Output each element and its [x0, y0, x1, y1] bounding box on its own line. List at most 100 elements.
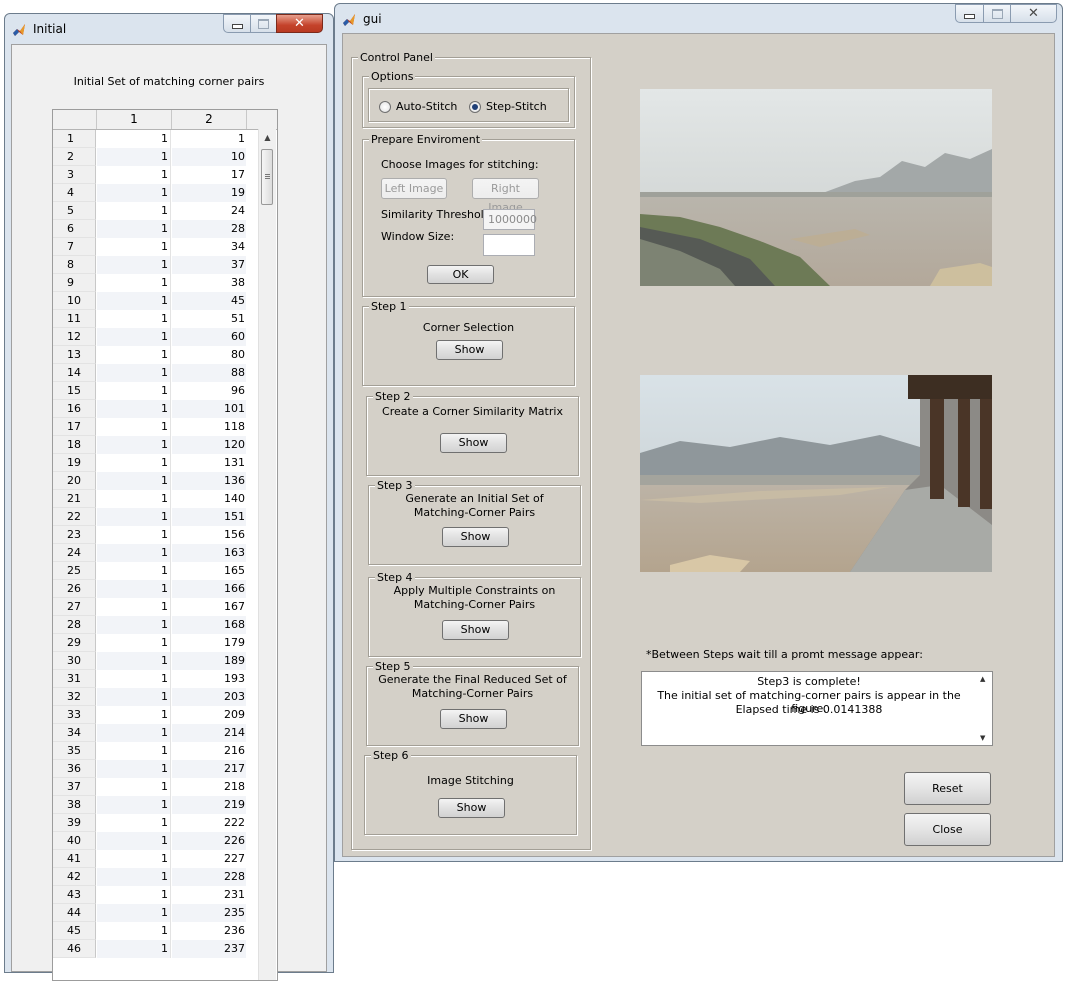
table-cell-col2[interactable]: 38 [172, 274, 246, 292]
reset-button[interactable]: Reset [904, 772, 991, 805]
table-cell-col2[interactable]: 189 [172, 652, 246, 670]
table-cell-col2[interactable]: 1 [172, 130, 246, 148]
table-row[interactable]: 9 1 38 [53, 274, 247, 292]
table-cell-col2[interactable]: 140 [172, 490, 246, 508]
step-4-show-button[interactable]: Show [442, 620, 509, 640]
table-cell-col1[interactable]: 1 [97, 364, 171, 382]
table-cell-col2[interactable]: 166 [172, 580, 246, 598]
minimize-button[interactable] [223, 14, 251, 33]
similarity-threshold-input[interactable]: 1000000 [483, 209, 537, 230]
table-row[interactable]: 34 1 214 [53, 724, 247, 742]
step-stitch-radio[interactable] [469, 101, 481, 113]
table-row[interactable]: 5 1 24 [53, 202, 247, 220]
table-cell-col2[interactable]: 209 [172, 706, 246, 724]
table-cell-col2[interactable]: 231 [172, 886, 246, 904]
table-cell-col2[interactable]: 219 [172, 796, 246, 814]
table-row[interactable]: 19 1 131 [53, 454, 247, 472]
table-cell-col2[interactable]: 156 [172, 526, 246, 544]
table-cell-col1[interactable]: 1 [97, 904, 171, 922]
scroll-down-icon[interactable]: ▼ [980, 734, 985, 742]
table-scrollbar[interactable]: ▲ [258, 129, 276, 980]
table-cell-col1[interactable]: 1 [97, 346, 171, 364]
scroll-up-icon[interactable]: ▲ [259, 129, 276, 146]
table-row[interactable]: 45 1 236 [53, 922, 247, 940]
table-cell-col1[interactable]: 1 [97, 634, 171, 652]
table-row[interactable]: 2 1 10 [53, 148, 247, 166]
ok-button[interactable]: OK [427, 265, 494, 284]
table-cell-col2[interactable]: 88 [172, 364, 246, 382]
table-cell-col2[interactable]: 24 [172, 202, 246, 220]
table-row[interactable]: 39 1 222 [53, 814, 247, 832]
table-cell-col1[interactable]: 1 [97, 472, 171, 490]
table-row[interactable]: 15 1 96 [53, 382, 247, 400]
table-row[interactable]: 20 1 136 [53, 472, 247, 490]
table-cell-col1[interactable]: 1 [97, 814, 171, 832]
table-row[interactable]: 35 1 216 [53, 742, 247, 760]
table-cell-col2[interactable]: 226 [172, 832, 246, 850]
table-cell-col2[interactable]: 151 [172, 508, 246, 526]
table-row[interactable]: 8 1 37 [53, 256, 247, 274]
table-row[interactable]: 12 1 60 [53, 328, 247, 346]
table-row[interactable]: 13 1 80 [53, 346, 247, 364]
table-row[interactable]: 24 1 163 [53, 544, 247, 562]
table-row[interactable]: 28 1 168 [53, 616, 247, 634]
table-cell-col1[interactable]: 1 [97, 328, 171, 346]
table-cell-col2[interactable]: 118 [172, 418, 246, 436]
table-cell-col1[interactable]: 1 [97, 562, 171, 580]
table-cell-col1[interactable]: 1 [97, 652, 171, 670]
table-cell-col1[interactable]: 1 [97, 616, 171, 634]
table-cell-col2[interactable]: 237 [172, 940, 246, 958]
table-cell-col1[interactable]: 1 [97, 850, 171, 868]
table-cell-col2[interactable]: 120 [172, 436, 246, 454]
table-cell-col1[interactable]: 1 [97, 544, 171, 562]
table-row[interactable]: 30 1 189 [53, 652, 247, 670]
table-cell-col1[interactable]: 1 [97, 400, 171, 418]
left-image-button[interactable]: Left Image [381, 178, 447, 199]
auto-stitch-radio[interactable] [379, 101, 391, 113]
table-row[interactable]: 17 1 118 [53, 418, 247, 436]
table-cell-col2[interactable]: 165 [172, 562, 246, 580]
step-2-show-button[interactable]: Show [440, 433, 507, 453]
gui-titlebar[interactable]: gui ✕ [335, 4, 1062, 34]
step-6-show-button[interactable]: Show [438, 798, 505, 818]
matching-pairs-table[interactable]: 1 2 1 1 1 2 1 10 3 1 17 4 1 19 5 1 24 6 1 28 7 1 34 8 1 37 9 1 38 1… [52, 109, 278, 981]
table-row[interactable]: 41 1 227 [53, 850, 247, 868]
table-cell-col2[interactable]: 60 [172, 328, 246, 346]
table-cell-col1[interactable]: 1 [97, 454, 171, 472]
table-cell-col1[interactable]: 1 [97, 418, 171, 436]
step-3-show-button[interactable]: Show [442, 527, 509, 547]
table-row[interactable]: 21 1 140 [53, 490, 247, 508]
table-cell-col1[interactable]: 1 [97, 148, 171, 166]
table-cell-col1[interactable]: 1 [97, 832, 171, 850]
table-row[interactable]: 18 1 120 [53, 436, 247, 454]
table-cell-col1[interactable]: 1 [97, 274, 171, 292]
table-cell-col2[interactable]: 179 [172, 634, 246, 652]
table-row[interactable]: 7 1 34 [53, 238, 247, 256]
table-cell-col1[interactable]: 1 [97, 256, 171, 274]
right-image-button[interactable]: Right Image [472, 178, 539, 214]
table-cell-col2[interactable]: 37 [172, 256, 246, 274]
table-row[interactable]: 42 1 228 [53, 868, 247, 886]
table-cell-col1[interactable]: 1 [97, 490, 171, 508]
table-cell-col2[interactable]: 131 [172, 454, 246, 472]
table-cell-col2[interactable]: 168 [172, 616, 246, 634]
initial-titlebar[interactable]: Initial ✕ [5, 14, 333, 44]
table-cell-col2[interactable]: 228 [172, 868, 246, 886]
table-row[interactable]: 29 1 179 [53, 634, 247, 652]
table-cell-col2[interactable]: 167 [172, 598, 246, 616]
table-row[interactable]: 46 1 237 [53, 940, 247, 958]
column-header-2[interactable]: 2 [172, 110, 247, 129]
table-row[interactable]: 43 1 231 [53, 886, 247, 904]
table-row[interactable]: 23 1 156 [53, 526, 247, 544]
table-row[interactable]: 3 1 17 [53, 166, 247, 184]
table-cell-col2[interactable]: 34 [172, 238, 246, 256]
scroll-thumb[interactable] [261, 149, 273, 205]
message-scrollbar[interactable]: ▲ ▼ [977, 672, 992, 745]
table-cell-col2[interactable]: 96 [172, 382, 246, 400]
table-cell-col2[interactable]: 193 [172, 670, 246, 688]
close-window-button[interactable]: ✕ [276, 14, 323, 33]
table-row[interactable]: 4 1 19 [53, 184, 247, 202]
table-cell-col2[interactable]: 10 [172, 148, 246, 166]
table-cell-col1[interactable]: 1 [97, 184, 171, 202]
table-cell-col2[interactable]: 222 [172, 814, 246, 832]
